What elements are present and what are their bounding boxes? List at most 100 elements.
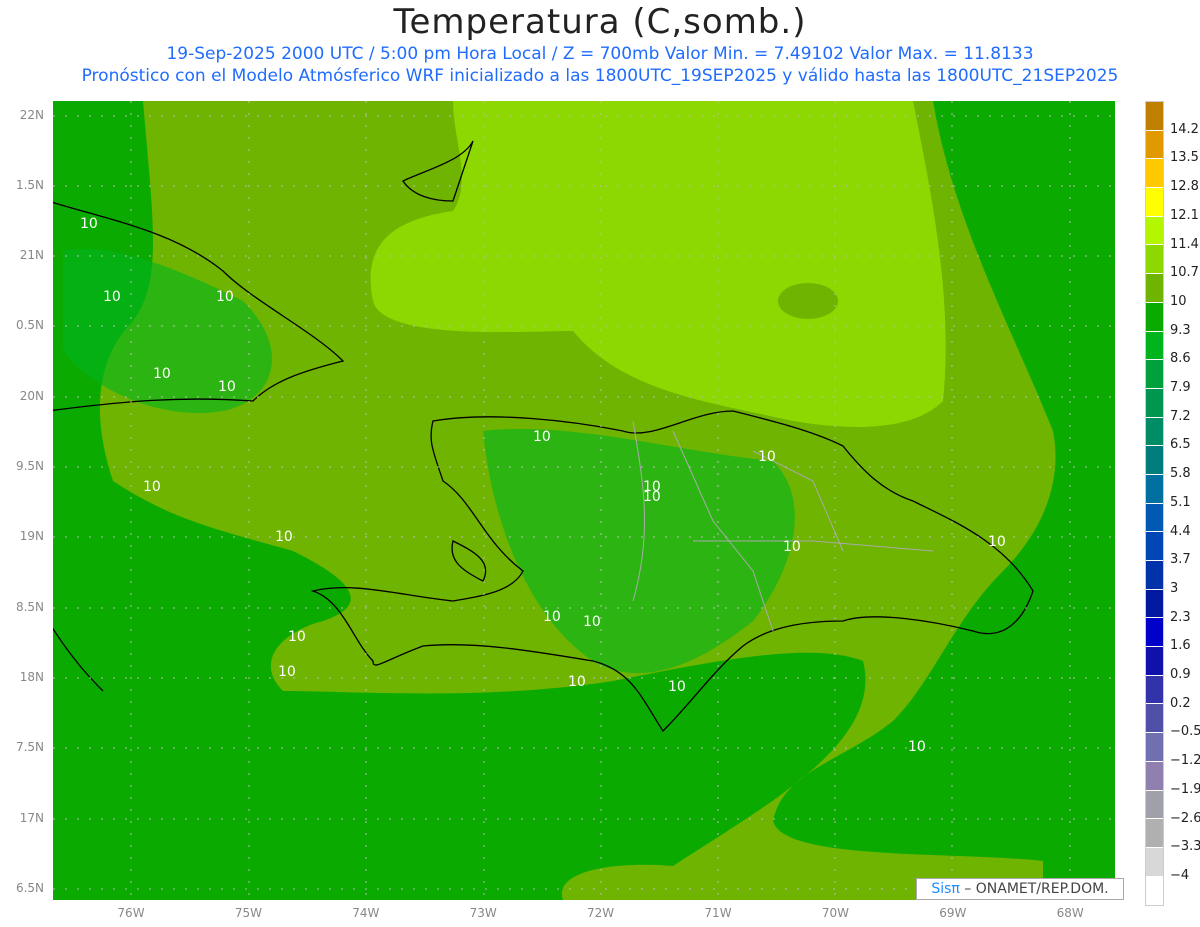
- contour-label: 10: [583, 614, 601, 630]
- colorbar: [1145, 101, 1164, 907]
- lat-label: 18N: [19, 670, 44, 684]
- colorbar-label: 12.1: [1170, 207, 1199, 223]
- colorbar-label: 5.1: [1170, 494, 1191, 510]
- colorbar-label: 10: [1170, 293, 1187, 309]
- colorbar-bin: [1146, 790, 1163, 820]
- contour-label: 10: [533, 429, 551, 445]
- contour-label: 10: [783, 539, 801, 555]
- lon-label: 74W: [352, 906, 380, 920]
- colorbar-label: −1.2: [1170, 753, 1200, 769]
- colorbar-label: 1.6: [1170, 638, 1191, 654]
- colorbar-bin: [1146, 847, 1163, 877]
- subtitle-time-range: 19-Sep-2025 2000 UTC / 5:00 pm Hora Loca…: [166, 44, 1034, 64]
- colorbar-label: −1.9: [1170, 781, 1200, 797]
- lon-label: 76W: [117, 906, 145, 920]
- contour-label: 10: [668, 679, 686, 695]
- credit-text: – ONAMET/REP.DOM.: [959, 881, 1109, 897]
- colorbar-bin: [1146, 331, 1163, 361]
- colorbar-label: 13.5: [1170, 150, 1199, 166]
- colorbar-bin: [1146, 417, 1163, 447]
- colorbar-label: 11.4: [1170, 236, 1199, 252]
- colorbar-bin: [1146, 733, 1163, 762]
- contour-label: 10: [275, 529, 293, 545]
- colorbar-label: −4: [1170, 867, 1190, 883]
- colorbar-bin: [1146, 819, 1163, 848]
- colorbar-label: 3: [1170, 580, 1179, 596]
- colorbar-bin: [1146, 360, 1163, 389]
- lon-label: 72W: [587, 906, 615, 920]
- contour-label: 10: [758, 449, 776, 465]
- lat-label: 21N: [19, 248, 44, 262]
- temperature-map: 1010 10101010101010101010 10101010 1010 1010: [53, 101, 1115, 900]
- colorbar-label: −2.6: [1170, 810, 1200, 826]
- lon-label: 73W: [469, 906, 497, 920]
- contour-label: 10: [568, 674, 586, 690]
- contour-label: 10: [80, 216, 98, 232]
- lon-label: 71W: [704, 906, 732, 920]
- colorbar-bin: [1146, 876, 1163, 906]
- map-title: Temperatura (C,somb.): [393, 2, 807, 42]
- colorbar-label: −0.5: [1170, 724, 1200, 740]
- olive-patch: [778, 283, 838, 319]
- colorbar-bin: [1146, 589, 1163, 619]
- colorbar-bin: [1146, 159, 1163, 189]
- contour-label: 10: [543, 609, 561, 625]
- colorbar-label: −3.3: [1170, 839, 1200, 855]
- contour-label: 10: [643, 489, 661, 505]
- colorbar-label: 5.8: [1170, 466, 1191, 482]
- lat-label: 17N: [19, 811, 44, 825]
- colorbar-bin: [1146, 474, 1163, 504]
- colorbar-bin: [1146, 704, 1163, 734]
- lat-label: 19N: [19, 529, 44, 543]
- colorbar-label: 4.4: [1170, 523, 1191, 539]
- contour-label: 10: [908, 739, 926, 755]
- lat-label: 7.5N: [15, 740, 44, 754]
- contour-label: 10: [988, 534, 1006, 550]
- colorbar-bin: [1146, 561, 1163, 590]
- colorbar-bin: [1146, 675, 1163, 705]
- contour-label: 10: [143, 479, 161, 495]
- contour-label: 10: [278, 664, 296, 680]
- lon-label: 68W: [1056, 906, 1084, 920]
- colorbar-bin: [1146, 647, 1163, 676]
- colorbar-bin: [1146, 503, 1163, 533]
- colorbar-label: 3.7: [1170, 552, 1191, 568]
- contour-label: 10: [218, 379, 236, 395]
- colorbar-label: 10.7: [1170, 265, 1199, 281]
- contour-label: 10: [153, 366, 171, 382]
- colorbar-label: 2.3: [1170, 609, 1191, 625]
- contour-label: 10: [216, 289, 234, 305]
- colorbar-label: 0.2: [1170, 695, 1191, 711]
- sispi-logo: Sisπ: [931, 881, 960, 897]
- lat-label: 8.5N: [15, 600, 44, 614]
- colorbar-label: 6.5: [1170, 437, 1191, 453]
- colorbar-label: 9.3: [1170, 322, 1191, 338]
- lat-label: 1.5N: [15, 178, 44, 192]
- lat-label: 22N: [19, 108, 44, 122]
- colorbar-bin: [1146, 188, 1163, 217]
- colorbar-label: 12.8: [1170, 179, 1199, 195]
- colorbar-bin: [1146, 446, 1163, 475]
- colorbar-label: 7.2: [1170, 408, 1191, 424]
- colorbar-label: 14.2: [1170, 121, 1199, 137]
- colorbar-bin: [1146, 245, 1163, 275]
- lon-label: 70W: [821, 906, 849, 920]
- colorbar-bin: [1146, 761, 1163, 791]
- lat-label: 6.5N: [15, 881, 44, 895]
- lon-label: 75W: [234, 906, 262, 920]
- colorbar-bin: [1146, 102, 1163, 131]
- colorbar-bin: [1146, 216, 1163, 246]
- colorbar-bin: [1146, 130, 1163, 160]
- lat-label: 9.5N: [15, 459, 44, 473]
- lat-label: 0.5N: [15, 318, 44, 332]
- colorbar-label: 7.9: [1170, 380, 1191, 395]
- lat-label: 20N: [19, 389, 44, 403]
- lon-label: 69W: [939, 906, 967, 920]
- contour-label: 10: [103, 289, 121, 305]
- contour-label: 10: [288, 629, 306, 645]
- colorbar-label: 0.9: [1170, 667, 1191, 682]
- colorbar-bin: [1146, 388, 1163, 418]
- colorbar-bin: [1146, 302, 1163, 332]
- colorbar-bin: [1146, 274, 1163, 303]
- colorbar-bin: [1146, 532, 1163, 561]
